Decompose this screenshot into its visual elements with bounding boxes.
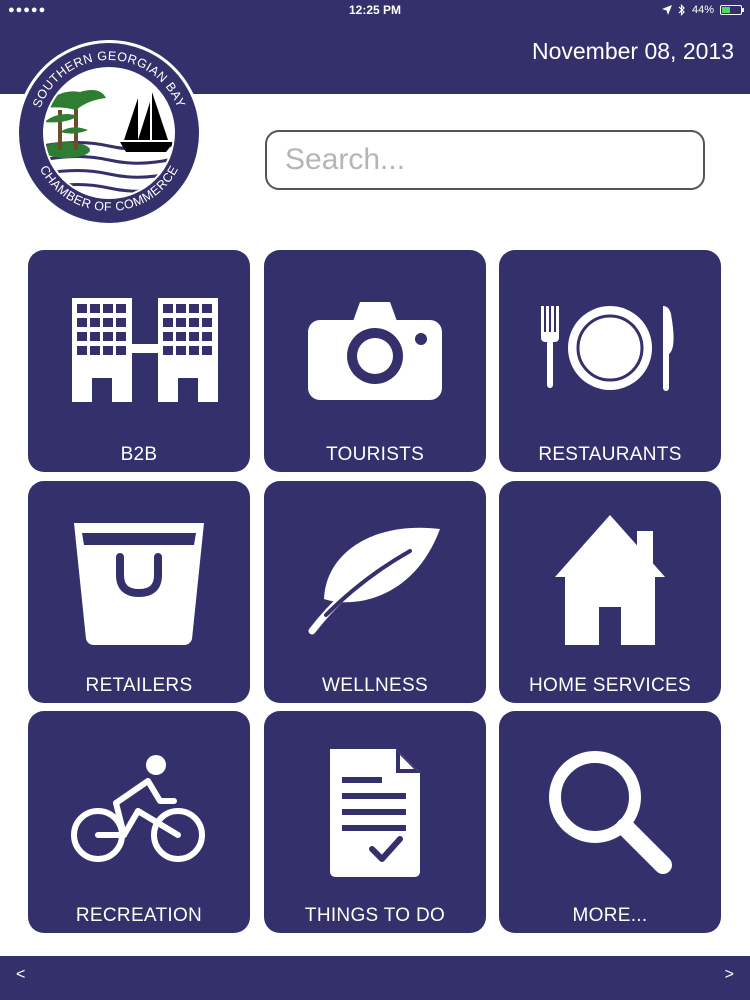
bluetooth-icon — [678, 4, 685, 16]
search-input[interactable] — [265, 130, 705, 190]
shopping-bag-icon — [74, 523, 204, 645]
tile-home-services[interactable]: HOME SERVICES — [499, 481, 721, 703]
tile-label: THINGS TO DO — [304, 905, 446, 926]
battery-percent: 44% — [691, 4, 714, 16]
camera-icon — [308, 302, 442, 400]
house-icon — [555, 515, 665, 645]
battery-icon — [720, 5, 744, 15]
office-buildings-icon — [72, 298, 218, 402]
tile-more[interactable]: MORE... — [499, 711, 721, 933]
tile-retailers[interactable]: RETAILERS — [28, 481, 250, 703]
battery-fill — [722, 7, 730, 13]
chamber-logo: SOUTHERN GEORGIAN BAY CHAMBER OF COMMERC… — [16, 40, 202, 226]
tile-label: RETAILERS — [85, 675, 193, 696]
status-right: 44% — [661, 3, 744, 17]
leaf-icon — [308, 527, 440, 635]
tile-label: HOME SERVICES — [529, 675, 691, 696]
forward-button[interactable]: > — [725, 966, 734, 984]
back-button[interactable]: < — [16, 966, 25, 984]
tile-recreation[interactable]: RECREATION — [28, 711, 250, 933]
tile-tourists[interactable]: TOURISTS — [264, 250, 486, 472]
magnifier-icon — [549, 751, 672, 874]
tile-things-to-do[interactable]: THINGS TO DO — [264, 711, 486, 933]
tile-label: MORE... — [572, 905, 648, 926]
status-time: 12:25 PM — [348, 3, 402, 17]
checklist-document-icon — [330, 749, 420, 877]
tile-label: TOURISTS — [325, 444, 425, 465]
tile-restaurants[interactable]: RESTAURANTS — [499, 250, 721, 472]
tile-label: WELLNESS — [322, 675, 428, 696]
current-date: November 08, 2013 — [531, 38, 734, 64]
tile-label: RECREATION — [75, 905, 203, 926]
tile-label: RESTAURANTS — [538, 444, 682, 465]
fork-plate-knife-icon — [541, 306, 674, 391]
location-arrow-icon — [661, 5, 672, 15]
tile-label: B2B — [120, 444, 158, 465]
cyclist-icon — [71, 755, 205, 862]
tile-b2b[interactable]: B2B — [28, 250, 250, 472]
tile-wellness[interactable]: WELLNESS — [264, 481, 486, 703]
bottom-nav-bar: < > — [0, 956, 750, 1000]
